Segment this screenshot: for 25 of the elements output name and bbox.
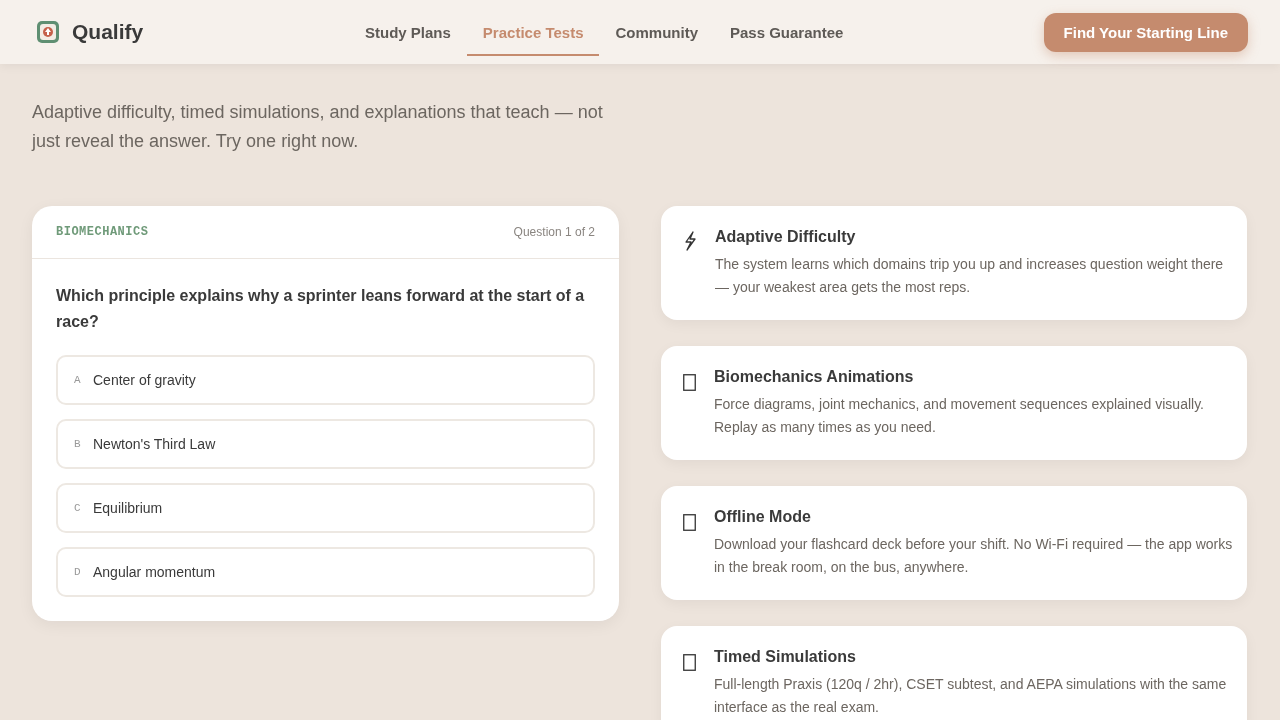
feature-description: Download your flashcard deck before your shift. No Wi-Fi required — the app works in the break room, on the bus, anywhere. [714, 535, 1234, 577]
feature-title: Biomechanics Animations [714, 368, 915, 386]
hero-subtitle: Adaptive difficulty, timed simulations, and explanations that teach — not just reveal the answer. Try one right now. [32, 101, 604, 153]
nav-link[interactable]: Community [599, 12, 714, 56]
feature-description: The system learns which domains trip you up and increases question weight there — your weakest area gets the most reps. [715, 255, 1225, 297]
answer-option[interactable]: A Center of gravity [56, 355, 595, 405]
answer-option[interactable]: D Angular momentum [56, 547, 595, 597]
topic-label: BIOMECHANICS [56, 225, 149, 239]
answer-option[interactable]: B Newton's Third Law [56, 419, 595, 469]
feature-title: Adaptive Difficulty [715, 228, 857, 246]
nav-link[interactable]: Pass Guarantee [714, 12, 860, 56]
square-icon [683, 514, 696, 531]
question-counter: Question 1 of 2 [513, 225, 595, 239]
square-icon [683, 654, 696, 671]
feature-title: Timed Simulations [714, 648, 857, 666]
nav-link[interactable]: Study Plans [349, 12, 467, 56]
question-text: Which principle explains why a sprinter leans forward at the start of a race? [56, 286, 586, 332]
feature-description: Force diagrams, joint mechanics, and movement sequences explained visually. Replay as many times as you need. [714, 395, 1205, 437]
feature-title: Offline Mode [714, 508, 812, 526]
answer-option[interactable]: C Equilibrium [56, 483, 595, 533]
square-icon [683, 374, 696, 391]
brand-name[interactable]: Qualify [72, 20, 144, 44]
logo-icon [37, 21, 59, 43]
feature-description: Full-length Praxis (120q / 2hr), CSET subtest, and AEPA simulations with the same interface as the real exam. [714, 675, 1228, 717]
lightning-icon [683, 231, 697, 251]
